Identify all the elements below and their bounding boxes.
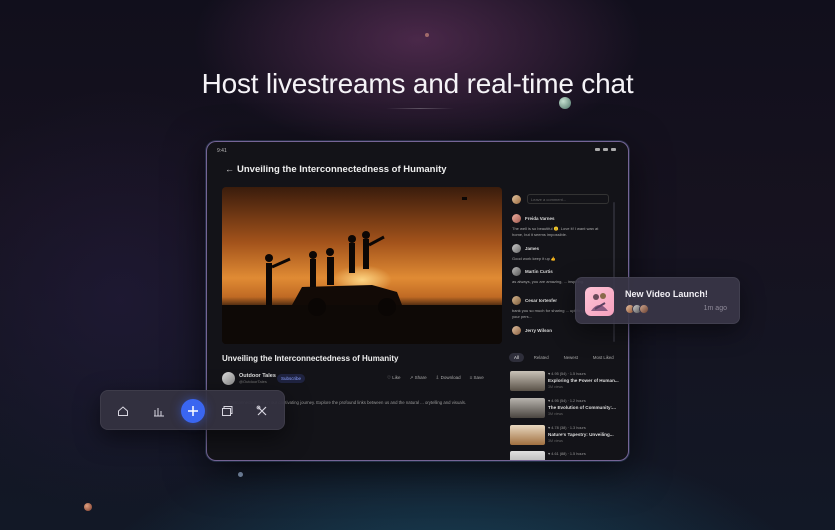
share-button[interactable]: ↗ Share xyxy=(410,375,427,381)
chat-author: Martin Curtis xyxy=(525,269,553,274)
chat-author: James xyxy=(525,246,540,251)
download-label: Download xyxy=(440,375,461,380)
filter-related[interactable]: Related xyxy=(529,353,554,362)
headline-divider xyxy=(386,108,454,109)
video-views: 3M views xyxy=(548,412,563,416)
save-button[interactable]: ≡ Save xyxy=(470,375,484,381)
recommended-video[interactable]: ♥ 4.78 (38) · 1.3 hours Nature's Tapestr… xyxy=(510,425,620,447)
share-label: Share xyxy=(414,375,427,380)
home-icon xyxy=(118,406,128,416)
video-views: 3M views xyxy=(548,385,563,389)
chat-text: Good work keep it up 👍 xyxy=(512,256,556,261)
channel-info[interactable]: Outdoor Tales @OutdoorTales xyxy=(222,372,276,385)
video-title: Exploring the Power of Human... xyxy=(548,378,619,383)
channel-avatar[interactable] xyxy=(222,372,235,385)
gallery-button[interactable] xyxy=(217,401,237,421)
video-meta: ♥ 4.78 (38) · 1.3 hours xyxy=(548,426,586,430)
status-time: 9:41 xyxy=(217,148,227,154)
decor-planet xyxy=(84,503,92,511)
like-button[interactable]: ♡ Like xyxy=(387,375,401,381)
notification-title: New Video Launch! xyxy=(625,289,708,299)
viewer-avatars xyxy=(625,304,649,314)
filter-newest[interactable]: Newest xyxy=(559,353,583,362)
video-title: The Evolution of Community:... xyxy=(548,405,616,410)
chat-avatar xyxy=(512,244,521,253)
chat-avatar xyxy=(512,214,521,223)
video-thumbnail[interactable] xyxy=(510,425,545,445)
decor-dot xyxy=(238,472,243,477)
notification-time: 1m ago xyxy=(703,305,727,312)
chat-text: The well is so beautiful 🙂. Love it! I w… xyxy=(512,226,599,237)
download-button[interactable]: ⇩ Download xyxy=(436,375,461,381)
notification-thumbnail xyxy=(585,287,614,316)
page-title: Unveiling the Interconnectedness of Huma… xyxy=(237,164,447,175)
video-actions: ♡ Like ↗ Share ⇩ Download ≡ Save xyxy=(387,375,484,381)
filter-tabs: All Related Newest Most Liked xyxy=(509,353,619,362)
chat-avatar xyxy=(512,267,521,276)
video-views: 3M views xyxy=(548,439,563,443)
plus-icon xyxy=(188,406,198,416)
decor-dot xyxy=(425,33,429,37)
video-thumbnail[interactable] xyxy=(510,371,545,391)
tools-button[interactable] xyxy=(252,401,272,421)
recommended-video[interactable]: ♥ 4.95 (54) · 1.5 hours Exploring the Po… xyxy=(510,371,620,393)
chat-avatar xyxy=(512,296,521,305)
channel-handle: @OutdoorTales xyxy=(239,379,267,384)
video-player[interactable] xyxy=(222,187,502,344)
video-title: Nature's Tapestry: Unveiling... xyxy=(548,432,614,437)
subscribe-button[interactable]: Subscribe xyxy=(277,374,306,383)
chat-author: Cesar Iortenfer xyxy=(525,298,558,303)
my-avatar xyxy=(512,195,521,204)
notification-toast[interactable]: New Video Launch! 1m ago xyxy=(575,277,740,324)
add-button[interactable] xyxy=(181,399,205,423)
filter-most-liked[interactable]: Most Liked xyxy=(588,353,619,362)
viewer-avatar xyxy=(639,304,649,314)
video-thumbnail[interactable] xyxy=(510,451,545,460)
silhouette-scene xyxy=(222,197,502,344)
save-label: Save xyxy=(473,375,484,380)
video-meta: ♥ 4.95 (54) · 1.2 hours xyxy=(548,399,586,403)
recommended-video[interactable]: ♥ 4.95 (54) · 1.2 hours The Evolution of… xyxy=(510,398,620,420)
headline: Host livestreams and real-time chat xyxy=(201,68,634,99)
video-meta: ♥ 4.61 (88) · 1.5 hours xyxy=(548,452,586,456)
action-dock xyxy=(100,390,285,430)
tools-icon xyxy=(256,405,267,416)
home-button[interactable] xyxy=(113,401,133,421)
chart-icon xyxy=(154,408,164,417)
recommended-video[interactable]: ♥ 4.61 (88) · 1.5 hours xyxy=(510,451,620,460)
video-meta: ♥ 4.95 (54) · 1.5 hours xyxy=(548,372,586,376)
back-arrow-icon[interactable]: ← xyxy=(225,164,234,174)
chat-author: Jerry Wilson xyxy=(525,328,552,333)
filter-all[interactable]: All xyxy=(509,353,524,362)
status-icons xyxy=(595,148,616,151)
comment-input[interactable]: Leave a comment... xyxy=(527,194,609,204)
chat-avatar xyxy=(512,326,521,335)
chat-author: Freida Varnes xyxy=(525,216,555,221)
like-label: Like xyxy=(392,375,401,380)
analytics-button[interactable] xyxy=(149,401,169,421)
group-photo-icon xyxy=(591,293,608,311)
video-title: Unveiling the Interconnectedness of Huma… xyxy=(222,354,399,363)
gallery-icon xyxy=(221,406,232,416)
video-thumbnail[interactable] xyxy=(510,398,545,418)
